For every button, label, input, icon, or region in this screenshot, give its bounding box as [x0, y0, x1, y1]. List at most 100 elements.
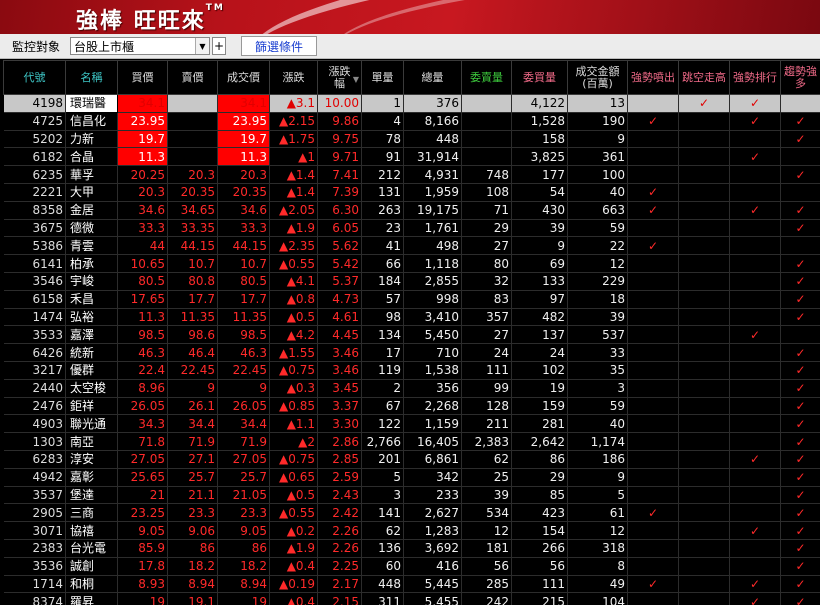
trade-amount: 229	[567, 272, 628, 291]
lot-size: 311	[361, 592, 404, 605]
change-pct: 9.86	[317, 112, 362, 131]
table-row[interactable]: 3536 誠創 17.8 18.2 18.2 ▲0.4 2.25 60 416 56 56 8 ✓	[3, 557, 820, 576]
price-change: ▲0.85	[269, 397, 318, 416]
col-header-volume[interactable]: 總量	[403, 60, 462, 95]
change-pct: 2.85	[317, 450, 362, 469]
col-header-name[interactable]: 名稱	[65, 60, 118, 95]
bid-price: 23.25	[117, 503, 168, 523]
col-header-bid-qty[interactable]: 委買量	[511, 60, 568, 95]
trend-bull-check: ✓	[780, 592, 820, 605]
table-row[interactable]: 3546 宇峻 80.5 80.8 80.5 ▲4.1 5.37 184 2,855 32 133 2…	[3, 272, 820, 291]
table-row[interactable]: 2221 大甲 20.3 20.35 20.35 ▲1.4 7.39 131 1,959 108 5…	[3, 183, 820, 202]
ask-qty: 285	[461, 575, 512, 594]
add-button[interactable]: +	[212, 37, 226, 55]
col-header-strong-rank[interactable]: 強勢排行	[729, 60, 781, 95]
table-row[interactable]: 6158 禾昌 17.65 17.7 17.7 ▲0.8 4.73 57 998 83 97 18 ✓	[3, 290, 820, 309]
strong-rank-check: ✓	[729, 450, 781, 469]
change-pct: 3.46	[317, 343, 362, 362]
gap-up-check	[678, 130, 730, 149]
col-header-trend-bull[interactable]: 趨勢強多	[780, 60, 820, 95]
col-header-strong-burst[interactable]: 強勢噴出	[627, 60, 679, 95]
table-row[interactable]: 8358 金居 34.6 34.65 34.6 ▲2.05 6.30 263 19,175 71 4…	[3, 201, 820, 220]
table-row[interactable]: 6426 統新 46.3 46.4 46.3 ▲1.55 3.46 17 710 24 24 33 ✓	[3, 343, 820, 362]
lot-size: 122	[361, 414, 404, 434]
col-header-ask[interactable]: 賣價	[167, 60, 218, 95]
strong-rank-check: ✓	[729, 147, 781, 167]
monitor-select[interactable]: 台股上市櫃 ▼	[70, 37, 210, 55]
price-change: ▲4.2	[269, 325, 318, 345]
table-row[interactable]: 2476 鉅祥 26.05 26.1 26.05 ▲0.85 3.37 67 2,268 128 1…	[3, 397, 820, 416]
change-pct: 2.43	[317, 486, 362, 505]
total-volume: 5,445	[403, 575, 462, 594]
table-row[interactable]: 5386 青雲 44 44.15 44.15 ▲2.35 5.62 41 498 27 9 22 ✓	[3, 236, 820, 256]
col-header-code[interactable]: 代號	[3, 60, 66, 95]
strong-rank-check	[729, 468, 781, 487]
table-row[interactable]: 6182 合晶 11.3 11.3 ▲1 9.71 91 31,914 3,825 361 ✓	[3, 147, 820, 167]
col-header-bid[interactable]: 買價	[117, 60, 168, 95]
last-price: 21.05	[217, 486, 270, 505]
bid-price: 20.3	[117, 183, 168, 202]
table-row[interactable]: 4903 聯光通 34.3 34.4 34.4 ▲1.1 3.30 122 1,159 211 28…	[3, 414, 820, 434]
filter-button[interactable]: 篩選條件	[241, 36, 317, 56]
col-header-ask-qty[interactable]: 委賣量	[461, 60, 512, 95]
trade-amount: 61	[567, 503, 628, 523]
change-pct: 3.37	[317, 397, 362, 416]
table-row[interactable]: 5202 力新 19.7 19.7 ▲1.75 9.75 78 448 158 9 ✓	[3, 130, 820, 149]
table-row[interactable]: 6235 華孚 20.25 20.3 20.3 ▲1.4 7.41 212 4,931 748 17…	[3, 165, 820, 184]
last-price: 9.05	[217, 521, 270, 540]
table-row[interactable]: 1714 和桐 8.93 8.94 8.94 ▲0.19 2.17 448 5,445 285 11…	[3, 575, 820, 594]
bid-price: 27.05	[117, 450, 168, 469]
col-header-amount[interactable]: 成交金額(百萬)	[567, 60, 628, 95]
total-volume: 1,159	[403, 414, 462, 434]
table-row[interactable]: 2905 三商 23.25 23.3 23.3 ▲0.55 2.42 141 2,627 534 4…	[3, 503, 820, 523]
table-row[interactable]: 2440 太空梭 8.96 9 9 ▲0.3 3.45 2 356 99 19 3 ✓	[3, 379, 820, 398]
bid-qty: 29	[511, 468, 568, 487]
chevron-down-icon[interactable]: ▼	[195, 38, 209, 54]
price-change: ▲4.1	[269, 272, 318, 291]
ask-price: 25.7	[167, 468, 218, 487]
stock-code: 6235	[3, 165, 66, 184]
ask-price: 86	[167, 539, 218, 558]
table-row[interactable]: 3533 嘉澤 98.5 98.6 98.5 ▲4.2 4.45 134 5,450 27 137 5…	[3, 325, 820, 345]
table-row[interactable]: 4198 環瑞醫 34.1 34.1 ▲3.1 10.00 1 376 4,122 13 ✓ ✓	[3, 94, 820, 113]
total-volume: 2,627	[403, 503, 462, 523]
last-price: 33.3	[217, 219, 270, 238]
trend-bull-check	[780, 325, 820, 345]
change-pct: 7.41	[317, 165, 362, 184]
col-header-gap-up[interactable]: 跳空走高	[678, 60, 730, 95]
bid-price: 26.05	[117, 397, 168, 416]
col-header-change[interactable]: 漲跌	[269, 60, 318, 95]
table-row[interactable]: 8374 羅昇 19 19.1 19 ▲0.4 2.15 311 5,455 242 215 104 ✓…	[3, 592, 820, 605]
bid-qty: 97	[511, 290, 568, 309]
ask-price	[167, 130, 218, 149]
bid-price: 46.3	[117, 343, 168, 362]
bid-price: 34.6	[117, 201, 168, 220]
col-header-change-pct[interactable]: 漲跌幅 ▼	[317, 60, 362, 95]
table-row[interactable]: 3217 優群 22.4 22.45 22.45 ▲0.75 3.46 119 1,538 111…	[3, 361, 820, 380]
trade-amount: 39	[567, 308, 628, 327]
ask-price	[167, 112, 218, 131]
table-row[interactable]: 1474 弘裕 11.3 11.35 11.35 ▲0.5 4.61 98 3,410 357 48…	[3, 308, 820, 327]
table-row[interactable]: 3537 堡達 21 21.1 21.05 ▲0.5 2.43 3 233 39 85 5 ✓	[3, 486, 820, 505]
total-volume: 3,410	[403, 308, 462, 327]
table-row[interactable]: 4942 嘉彰 25.65 25.7 25.7 ▲0.65 2.59 5 342 25 29 9 ✓	[3, 468, 820, 487]
total-volume: 998	[403, 290, 462, 309]
col-header-amount-label: 成交金額(百萬)	[575, 64, 620, 90]
ask-price: 20.35	[167, 183, 218, 202]
ask-price: 8.94	[167, 575, 218, 594]
table-row[interactable]: 6283 淳安 27.05 27.1 27.05 ▲0.75 2.85 201 6,861 62 8…	[3, 450, 820, 469]
total-volume: 2,268	[403, 397, 462, 416]
bid-qty: 54	[511, 183, 568, 202]
gap-up-check	[678, 539, 730, 558]
table-row[interactable]: 3071 協禧 9.05 9.06 9.05 ▲0.2 2.26 62 1,283 12 154 12…	[3, 521, 820, 540]
table-row[interactable]: 4725 信昌化 23.95 23.95 ▲2.15 9.86 4 8,166 1,528 190…	[3, 112, 820, 131]
last-price: 71.9	[217, 432, 270, 451]
table-row[interactable]: 6141 柏承 10.65 10.7 10.7 ▲0.55 5.42 66 1,118 80 69 1…	[3, 254, 820, 273]
table-row[interactable]: 3675 德微 33.3 33.35 33.3 ▲1.9 6.05 23 1,761 29 39 59…	[3, 219, 820, 238]
bid-price: 22.4	[117, 361, 168, 380]
ask-qty: 534	[461, 503, 512, 523]
col-header-last[interactable]: 成交價	[217, 60, 270, 95]
table-row[interactable]: 1303 南亞 71.8 71.9 71.9 ▲2 2.86 2,766 16,405 2,383…	[3, 432, 820, 451]
col-header-lot[interactable]: 單量	[361, 60, 404, 95]
table-row[interactable]: 2383 台光電 85.9 86 86 ▲1.9 2.26 136 3,692 181 266 318…	[3, 539, 820, 558]
